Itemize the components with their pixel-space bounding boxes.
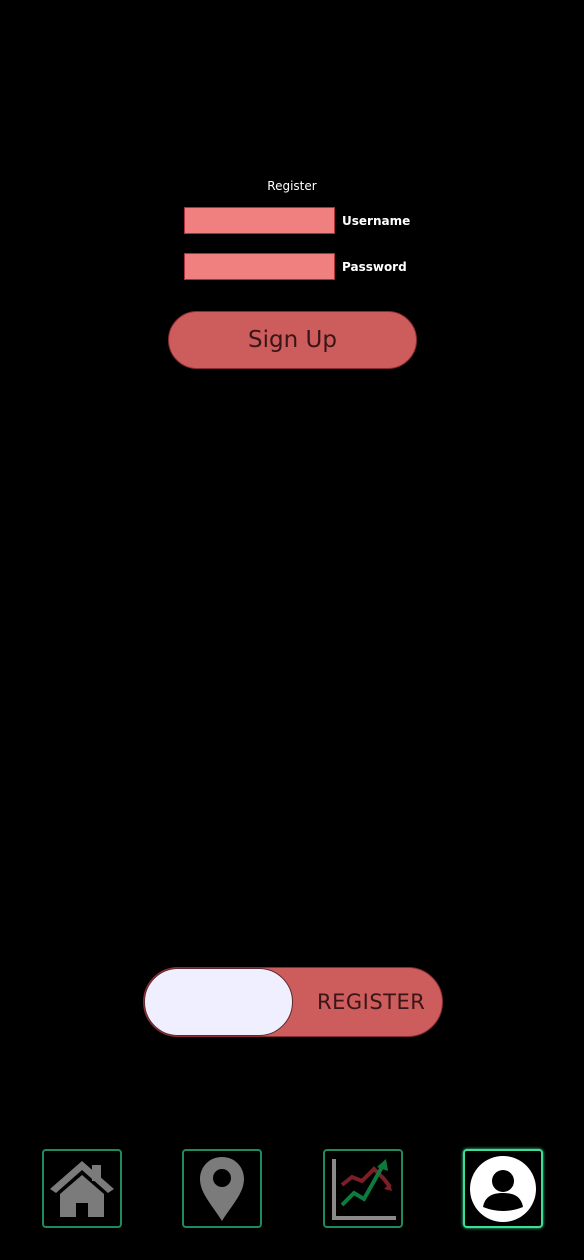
map-pin-icon bbox=[198, 1155, 246, 1223]
username-label: Username bbox=[342, 214, 411, 228]
password-label: Password bbox=[342, 260, 407, 274]
register-mode-toggle[interactable]: REGISTER bbox=[143, 967, 443, 1037]
nav-map-button[interactable] bbox=[182, 1149, 262, 1228]
sign-up-button[interactable]: Sign Up bbox=[168, 311, 417, 369]
nav-home-button[interactable] bbox=[42, 1149, 122, 1228]
toggle-label: REGISTER bbox=[317, 990, 426, 1014]
form-title: Register bbox=[267, 179, 317, 193]
toggle-knob[interactable] bbox=[144, 968, 293, 1036]
nav-profile-button[interactable] bbox=[463, 1149, 543, 1228]
home-icon bbox=[48, 1159, 116, 1219]
password-input[interactable] bbox=[184, 253, 335, 280]
trend-chart-icon bbox=[328, 1155, 398, 1223]
user-profile-icon bbox=[469, 1155, 537, 1223]
nav-stats-button[interactable] bbox=[323, 1149, 403, 1228]
username-input[interactable] bbox=[184, 207, 335, 234]
